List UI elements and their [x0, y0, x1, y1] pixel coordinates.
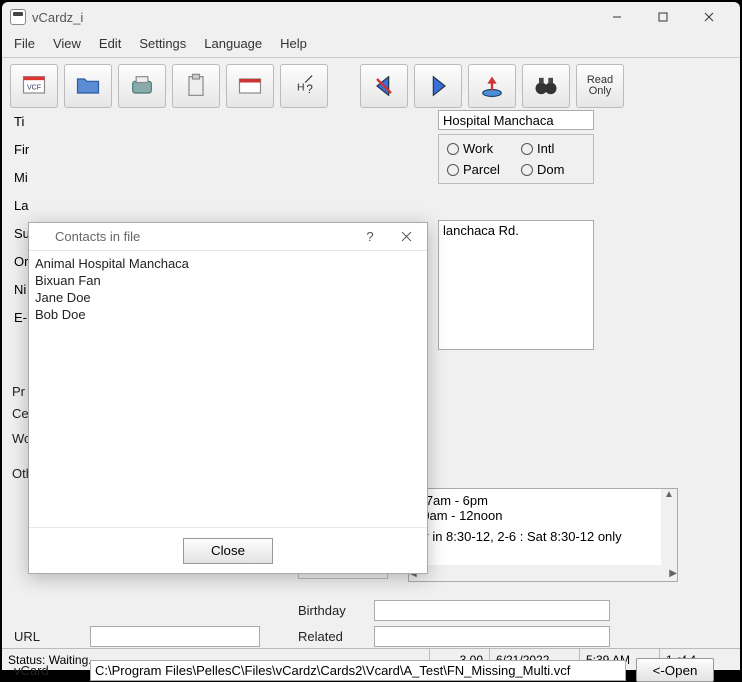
- label-url: URL: [14, 629, 80, 644]
- list-item[interactable]: Bixuan Fan: [35, 272, 421, 289]
- radio-work[interactable]: Work: [447, 141, 511, 156]
- toolbar-clipboard-icon[interactable]: [172, 64, 220, 108]
- toolbar-help-icon[interactable]: H?: [280, 64, 328, 108]
- menu-settings[interactable]: Settings: [139, 36, 186, 51]
- minimize-button[interactable]: [594, 3, 640, 31]
- toolbar-upload-icon[interactable]: [468, 64, 516, 108]
- vcard-path-input[interactable]: [90, 660, 626, 681]
- menu-view[interactable]: View: [53, 36, 81, 51]
- menu-help[interactable]: Help: [280, 36, 307, 51]
- birthday-input[interactable]: [374, 600, 610, 621]
- radio-parcel[interactable]: Parcel: [447, 162, 511, 177]
- address-field[interactable]: lanchaca Rd.: [438, 220, 594, 350]
- open-button[interactable]: <-Open: [636, 658, 714, 682]
- app-icon: [10, 9, 26, 25]
- label-title: Ti: [14, 114, 30, 132]
- dialog-titlebar: Contacts in file ?: [29, 223, 427, 251]
- dialog-close-btn[interactable]: Close: [183, 538, 273, 564]
- menu-edit[interactable]: Edit: [99, 36, 121, 51]
- dialog-close-button[interactable]: [391, 225, 421, 249]
- address-type-group: Work Intl Parcel Dom: [438, 134, 594, 184]
- app-title: vCardz_i: [32, 10, 594, 25]
- menu-file[interactable]: File: [14, 36, 35, 51]
- main-window: vCardz_i File View Edit Settings Languag…: [2, 2, 740, 670]
- contacts-list[interactable]: Animal Hospital Manchaca Bixuan Fan Jane…: [29, 251, 427, 527]
- menubar: File View Edit Settings Language Help: [2, 32, 740, 58]
- toolbar-next-icon[interactable]: [414, 64, 462, 108]
- toolbar-card-icon[interactable]: [226, 64, 274, 108]
- menu-language[interactable]: Language: [204, 36, 262, 51]
- dialog-help-button[interactable]: ?: [355, 225, 385, 249]
- toolbar-readonly-button[interactable]: Read Only: [576, 64, 624, 108]
- list-item[interactable]: Bob Doe: [35, 306, 421, 323]
- label-birthday: Birthday: [298, 603, 364, 618]
- svg-text:?: ?: [306, 83, 313, 96]
- toolbar-typewriter-icon[interactable]: [118, 64, 166, 108]
- svg-text:VCF: VCF: [27, 85, 41, 92]
- url-input[interactable]: [90, 626, 260, 647]
- toolbar-prev-icon[interactable]: [360, 64, 408, 108]
- dialog-title: Contacts in file: [55, 229, 140, 244]
- contacts-dialog: Contacts in file ? Animal Hospital Manch…: [28, 222, 428, 574]
- label-last: La: [14, 198, 30, 216]
- note-scroll-h[interactable]: ◀▶: [409, 565, 677, 581]
- maximize-button[interactable]: [640, 3, 686, 31]
- label-related: Related: [298, 629, 364, 644]
- related-input[interactable]: [374, 626, 610, 647]
- list-item[interactable]: Animal Hospital Manchaca: [35, 255, 421, 272]
- title-field[interactable]: Hospital Manchaca: [438, 110, 594, 130]
- form-area: Ti Fir Mi La Su Or Ni E- Hospital Mancha…: [2, 110, 740, 648]
- list-item[interactable]: Jane Doe: [35, 289, 421, 306]
- note-textarea[interactable]: ri 7am - 6pm 30am - 12noon Dr in 8:30-12…: [408, 488, 678, 582]
- titlebar: vCardz_i: [2, 2, 740, 32]
- toolbar-binoculars-icon[interactable]: [522, 64, 570, 108]
- close-button[interactable]: [686, 3, 732, 31]
- radio-intl[interactable]: Intl: [521, 141, 585, 156]
- dialog-icon: [35, 230, 49, 244]
- svg-text:H: H: [297, 82, 305, 94]
- toolbar-folder-icon[interactable]: [64, 64, 112, 108]
- right-column: Hospital Manchaca Work Intl Parcel Dom: [438, 110, 718, 184]
- radio-dom[interactable]: Dom: [521, 162, 585, 177]
- label-middle: Mi: [14, 170, 30, 188]
- note-scroll-v[interactable]: ▲: [661, 489, 677, 565]
- toolbar-vcf-icon[interactable]: VCF: [10, 64, 58, 108]
- toolbar: VCF H? Read Only: [2, 58, 740, 110]
- label-vcard: vCard: [14, 663, 80, 678]
- label-first: Fir: [14, 142, 30, 160]
